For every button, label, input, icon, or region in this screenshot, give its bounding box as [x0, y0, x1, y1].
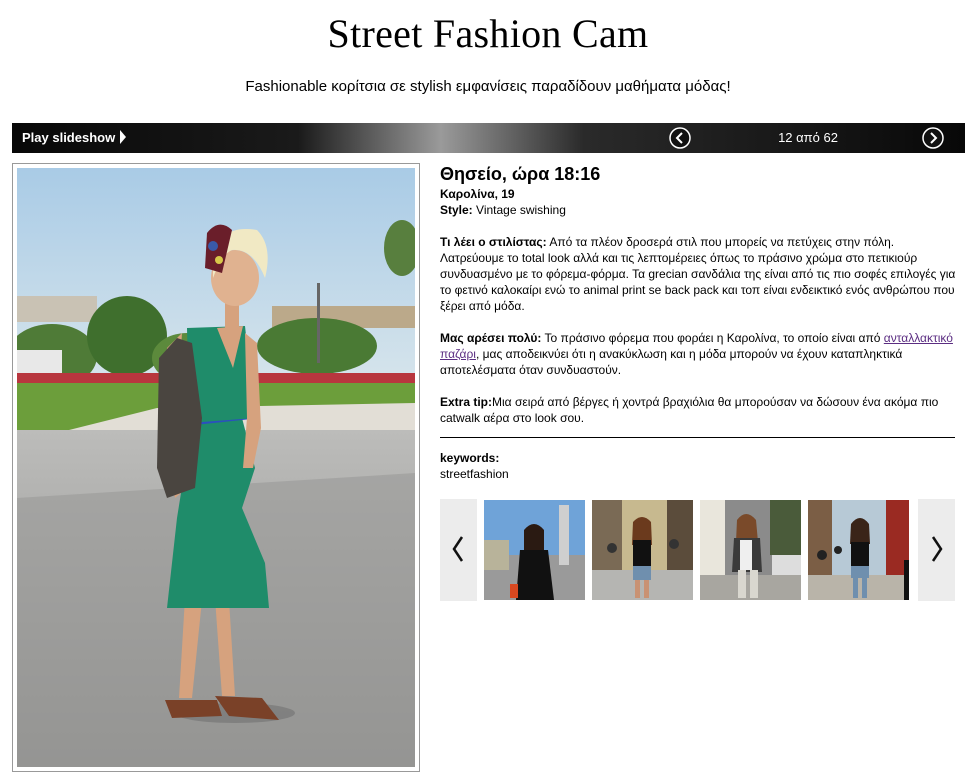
- divider: [440, 437, 955, 438]
- like-paragraph: Μας αρέσει πολύ: Το πράσινο φόρεμα που φ…: [440, 330, 956, 378]
- carousel-prev-button[interactable]: [440, 499, 477, 601]
- previous-icon[interactable]: [669, 127, 691, 149]
- keywords-section: keywords: streetfashion: [440, 450, 509, 482]
- next-icon[interactable]: [922, 127, 944, 149]
- article-info: Θησείο, ώρα 18:16 Καρολίνα, 19 Style: Vi…: [440, 162, 956, 426]
- extra-tip-paragraph: Extra tip:Μια σειρά από βέργες ή χοντρά …: [440, 394, 956, 426]
- style-value: Vintage swishing: [476, 203, 566, 217]
- carousel-next-button[interactable]: [918, 499, 955, 601]
- thumbnail-2[interactable]: [592, 500, 693, 600]
- keywords-label: keywords:: [440, 451, 500, 465]
- slideshow-toolbar: Play slideshow 12 από 62: [12, 123, 965, 153]
- chevron-right-icon: [931, 536, 943, 562]
- slide-counter: 12 από 62: [778, 130, 838, 145]
- play-slideshow-button[interactable]: Play slideshow: [22, 130, 127, 145]
- play-icon: [120, 130, 127, 144]
- name-age: Καρολίνα, 19: [440, 187, 515, 201]
- thumbnail-carousel: [440, 499, 955, 601]
- keyword-item[interactable]: streetfashion: [440, 467, 509, 481]
- like-text-before: Το πράσινο φόρεμα που φοράει η Καρολίνα,…: [544, 331, 881, 345]
- extra-tip-text: Μια σειρά από βέργες ή χοντρά βραχιόλια …: [440, 395, 939, 425]
- play-slideshow-label: Play slideshow: [22, 130, 116, 145]
- extra-tip-label: Extra tip:: [440, 395, 493, 409]
- style-label: Style:: [440, 203, 473, 217]
- like-text-after: , μας αποδεικνύει ότι η ανακύκλωση και η…: [440, 347, 903, 377]
- main-photo: [17, 168, 415, 767]
- thumbnail-1[interactable]: [484, 500, 585, 600]
- main-photo-frame: [12, 163, 420, 772]
- location-heading: Θησείο, ώρα 18:16: [440, 164, 601, 184]
- stylist-label: Τι λέει ο στιλίστας:: [440, 235, 547, 249]
- thumbnail-3[interactable]: [700, 500, 801, 600]
- chevron-left-icon: [452, 536, 464, 562]
- like-label: Μας αρέσει πολύ:: [440, 331, 542, 345]
- site-subtitle: Fashionable κορίτσια σε stylish εμφανίσε…: [245, 78, 731, 95]
- thumbnail-4[interactable]: [808, 500, 909, 600]
- site-title: Street Fashion Cam: [327, 11, 649, 56]
- stylist-paragraph: Τι λέει ο στιλίστας: Από τα πλέον δροσερ…: [440, 234, 956, 314]
